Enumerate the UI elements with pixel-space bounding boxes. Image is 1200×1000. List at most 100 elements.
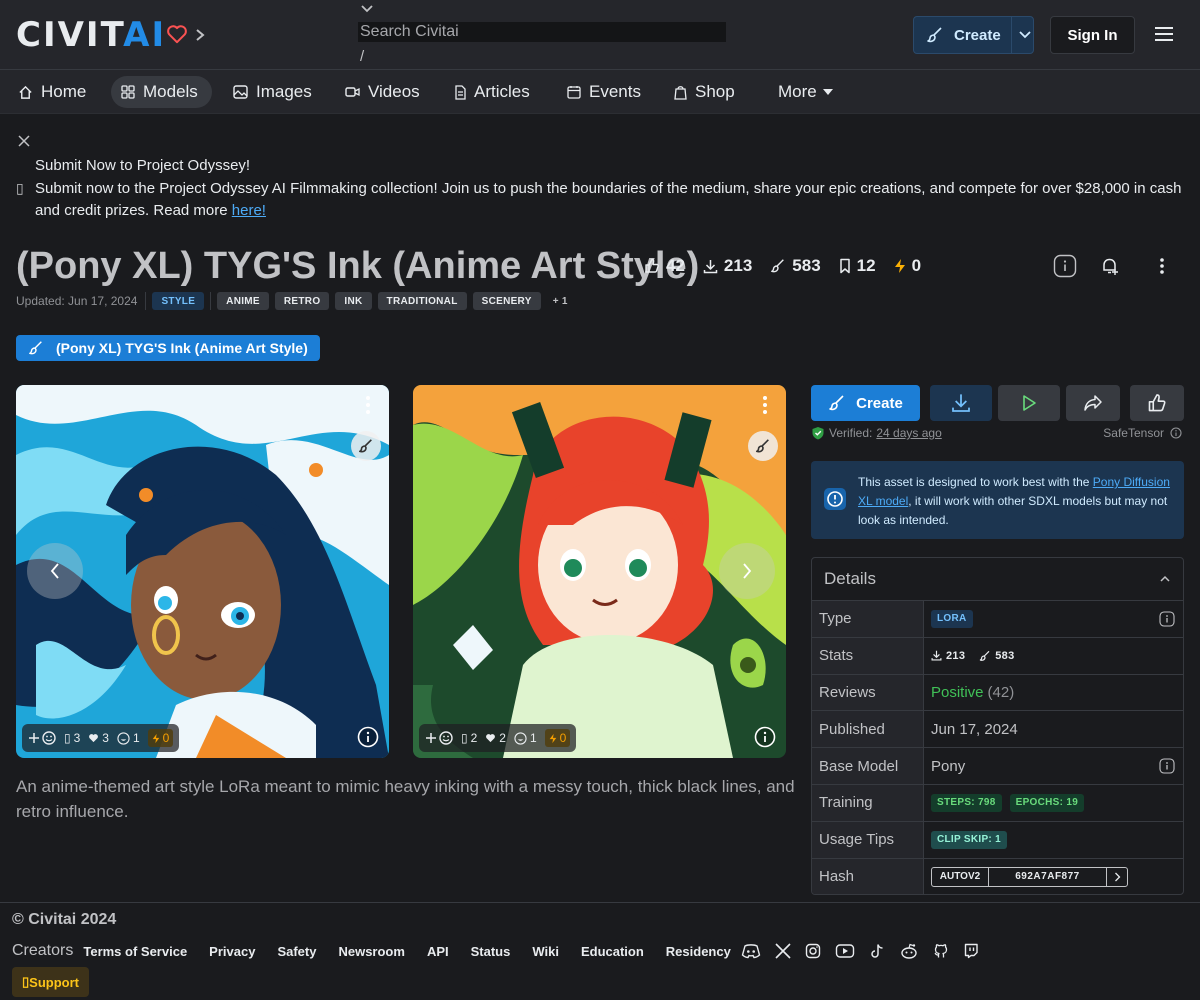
- notify-button[interactable]: [1094, 250, 1126, 282]
- footer-link-privacy[interactable]: Privacy: [209, 944, 255, 959]
- search-input[interactable]: [358, 22, 726, 42]
- laugh-icon: [514, 731, 527, 745]
- remix-brush-icon[interactable]: [748, 431, 778, 461]
- support-button[interactable]: ▯ Support: [12, 967, 89, 997]
- detail-row-reviews: Reviews Positive (42): [812, 674, 1183, 712]
- brush-icon: [926, 26, 944, 44]
- more-tags-button[interactable]: + 1: [547, 292, 574, 310]
- version-button[interactable]: (Pony XL) TYG'S Ink (Anime Art Style): [16, 335, 320, 361]
- base-model-alert: This asset is designed to work best with…: [811, 461, 1184, 539]
- dots-vertical-icon[interactable]: [762, 395, 768, 415]
- hash-type[interactable]: AUTOV2: [932, 867, 989, 886]
- like-button[interactable]: [1130, 385, 1184, 421]
- reaction-hearts[interactable]: 2: [485, 731, 506, 745]
- reaction-comments[interactable]: ▯ 3: [64, 731, 80, 745]
- remix-brush-icon[interactable]: [351, 431, 381, 461]
- detail-row-hash: Hash AUTOV2 692A7AF877: [812, 858, 1183, 894]
- reaction-buzz[interactable]: 0: [544, 729, 571, 747]
- footer-link-education[interactable]: Education: [581, 944, 644, 959]
- info-icon[interactable]: [1170, 427, 1182, 439]
- reaction-comments[interactable]: ▯ 2: [461, 731, 477, 745]
- footer-link-terms[interactable]: Terms of Service: [83, 944, 187, 959]
- tag-retro[interactable]: RETRO: [274, 292, 330, 310]
- tag-anime[interactable]: ANIME: [217, 292, 269, 310]
- footer-link-status[interactable]: Status: [471, 944, 511, 959]
- twitch-icon[interactable]: [963, 943, 979, 959]
- nav-videos[interactable]: Videos: [335, 76, 430, 108]
- thumb-up-icon: [1147, 393, 1167, 413]
- hash-value[interactable]: 692A7AF877: [989, 867, 1107, 886]
- tag-ink[interactable]: INK: [335, 292, 372, 310]
- banner-read-more-link[interactable]: here!: [232, 202, 266, 219]
- tag-scenery[interactable]: SCENERY: [472, 292, 541, 310]
- info-icon: [1049, 250, 1081, 282]
- reaction-hearts[interactable]: 3: [88, 731, 109, 745]
- footer-link-creators[interactable]: Creators: [12, 942, 73, 960]
- discord-icon[interactable]: [741, 943, 761, 959]
- footer-link-safety[interactable]: Safety: [277, 944, 316, 959]
- chevron-down-icon[interactable]: [360, 4, 374, 14]
- type-badge: LORA: [931, 609, 973, 628]
- create-button[interactable]: Create: [811, 385, 920, 421]
- instagram-icon[interactable]: [805, 943, 821, 959]
- info-icon[interactable]: [357, 726, 379, 748]
- nav-models[interactable]: Models: [111, 76, 212, 108]
- model-info-button[interactable]: [1049, 250, 1081, 282]
- x-twitter-icon[interactable]: [775, 943, 791, 959]
- nav-shop[interactable]: Shop: [664, 76, 745, 108]
- download-button[interactable]: [930, 385, 992, 421]
- hamburger-menu-icon[interactable]: [1154, 25, 1174, 43]
- chevron-down-icon[interactable]: [1018, 30, 1032, 40]
- github-icon[interactable]: [933, 943, 949, 959]
- create-menu-button[interactable]: Create: [913, 16, 1034, 54]
- chevron-right-icon: [741, 562, 753, 580]
- nav-events[interactable]: Events: [557, 76, 651, 108]
- dots-vertical-icon[interactable]: [365, 395, 371, 415]
- civitai-logo[interactable]: CIVITAI: [16, 18, 166, 52]
- tag-traditional[interactable]: TRADITIONAL: [377, 292, 467, 310]
- verified-time-link[interactable]: 24 days ago: [876, 426, 941, 440]
- category-tag[interactable]: STYLE: [152, 292, 205, 310]
- brush-icon: [979, 650, 991, 662]
- calendar-icon: [567, 85, 581, 99]
- close-icon[interactable]: [17, 134, 31, 148]
- footer-link-newsroom[interactable]: Newsroom: [338, 944, 404, 959]
- details-header[interactable]: Details: [812, 558, 1183, 601]
- detail-row-stats: Stats 213 583: [812, 637, 1183, 675]
- info-icon[interactable]: [754, 726, 776, 748]
- heart-icon: [88, 733, 99, 743]
- more-options-button[interactable]: [1146, 250, 1178, 282]
- chevron-right-icon[interactable]: [1107, 868, 1127, 886]
- heart-icon[interactable]: [166, 24, 188, 44]
- nav-more[interactable]: More: [768, 76, 843, 108]
- info-icon[interactable]: [1159, 611, 1175, 627]
- footer-link-residency[interactable]: Residency: [666, 944, 731, 959]
- carousel-next-button[interactable]: [719, 543, 775, 599]
- reaction-laugh[interactable]: 1: [117, 731, 140, 745]
- nav-articles[interactable]: Articles: [444, 76, 540, 108]
- carousel-prev-button[interactable]: [27, 543, 83, 599]
- chevron-right-icon[interactable]: [194, 28, 206, 42]
- footer-link-api[interactable]: API: [427, 944, 449, 959]
- play-button[interactable]: [998, 385, 1060, 421]
- info-icon[interactable]: [1159, 758, 1175, 774]
- nav-home[interactable]: Home: [8, 76, 96, 108]
- youtube-icon[interactable]: [835, 943, 855, 959]
- dots-vertical-icon: [1146, 250, 1178, 282]
- stat-buzz: 0: [894, 256, 921, 276]
- lightning-bolt-icon: [894, 258, 906, 274]
- share-icon: [1083, 394, 1103, 412]
- hash-selector[interactable]: AUTOV2 692A7AF877: [931, 866, 1128, 887]
- add-reaction-button[interactable]: [425, 730, 453, 746]
- reaction-buzz[interactable]: 0: [147, 729, 174, 747]
- nav-images[interactable]: Images: [223, 76, 322, 108]
- footer-link-wiki[interactable]: Wiki: [532, 944, 559, 959]
- tiktok-icon[interactable]: [869, 943, 885, 959]
- detail-row-type: Type LORA: [812, 601, 1183, 638]
- reddit-icon[interactable]: [899, 943, 919, 959]
- reaction-laugh[interactable]: 1: [514, 731, 537, 745]
- grid-icon: [121, 85, 135, 99]
- add-reaction-button[interactable]: [28, 730, 56, 746]
- sign-in-button[interactable]: Sign In: [1050, 16, 1135, 54]
- share-button[interactable]: [1066, 385, 1120, 421]
